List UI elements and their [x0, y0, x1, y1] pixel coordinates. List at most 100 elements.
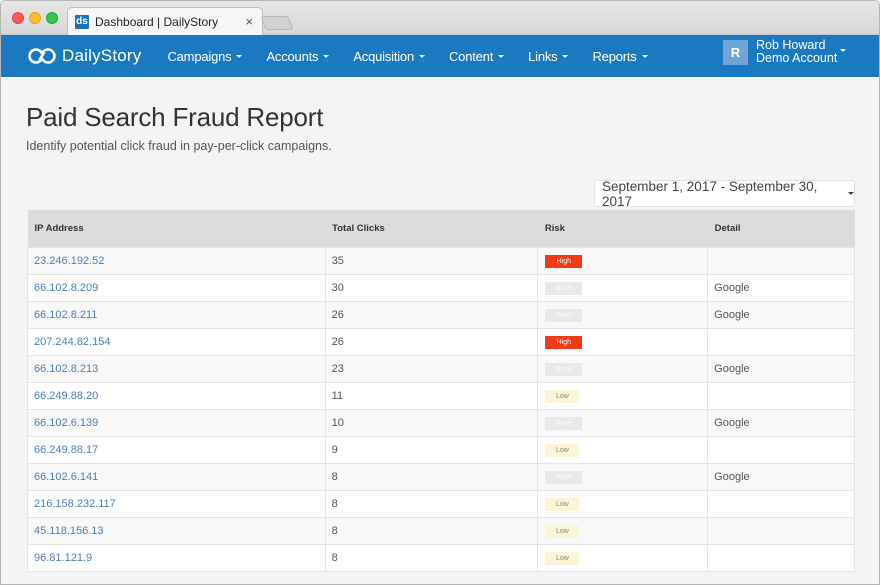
risk-cell: None [537, 354, 709, 383]
account-name: Demo Account [756, 51, 838, 65]
table-header-row: IP Address Total Clicks Risk Detail [27, 210, 855, 247]
caret-down-icon [848, 192, 854, 195]
detail-cell [707, 516, 855, 545]
nav-links[interactable]: Links [528, 49, 569, 64]
user-menu[interactable]: R Rob Howard Demo Account [723, 39, 846, 65]
risk-cell: Low [537, 489, 709, 518]
dailystory-favicon-icon: ds [75, 14, 89, 29]
table-row: 66.102.6.141 8 None Google [27, 462, 855, 491]
ip-address-link[interactable]: 66.102.6.139 [34, 417, 98, 429]
detail-cell: Google [707, 408, 855, 437]
browser-tab-bar: ds Dashboard | DailyStory × [1, 1, 879, 36]
ip-address-link[interactable]: 66.249.88.20 [34, 390, 98, 402]
column-header-clicks[interactable]: Total Clicks [325, 210, 538, 247]
page-subtitle: Identify potential click fraud in pay-pe… [26, 139, 332, 153]
page-title: Paid Search Fraud Report [26, 102, 324, 132]
risk-badge: None [545, 281, 583, 295]
risk-badge: Low [545, 389, 580, 403]
nav-acquisition-label: Acquisition [353, 48, 414, 64]
ip-address-link[interactable]: 96.81.121.9 [34, 552, 92, 564]
ip-cell: 66.102.8.213 [27, 354, 326, 383]
risk-cell: Low [537, 516, 709, 545]
ip-address-link[interactable]: 45.118.156.13 [34, 525, 104, 537]
clicks-cell: 26 [324, 327, 539, 356]
fraud-report-table: IP Address Total Clicks Risk Detail 23.2… [27, 210, 855, 572]
nav-campaigns[interactable]: Campaigns [167, 48, 243, 64]
detail-cell: Google [707, 273, 855, 302]
caret-down-icon [236, 54, 243, 58]
table-row: 216.158.232.117 8 Low [27, 489, 855, 518]
avatar: R [723, 39, 748, 65]
clicks-cell: 35 [324, 246, 539, 275]
table-row: 66.102.8.213 23 None Google [27, 354, 855, 383]
risk-cell: None [537, 408, 709, 437]
clicks-cell: 8 [324, 489, 539, 518]
browser-tab-content[interactable]: ds Dashboard | DailyStory × [75, 8, 259, 35]
top-navbar: DailyStory Campaigns Accounts Acquisitio… [1, 35, 879, 77]
browser-window: ds Dashboard | DailyStory × DailyStory C… [0, 0, 880, 585]
clicks-cell: 8 [324, 516, 539, 545]
nav-reports[interactable]: Reports [592, 48, 648, 64]
clicks-cell: 23 [324, 354, 539, 383]
ip-address-link[interactable]: 207.244.82.154 [34, 336, 110, 348]
table-row: 23.246.192.52 35 High [27, 246, 855, 275]
risk-cell: High [537, 246, 709, 275]
nav-acquisition[interactable]: Acquisition [353, 49, 425, 64]
ip-cell: 66.102.6.141 [27, 462, 326, 491]
ip-cell: 207.244.82.154 [27, 327, 326, 356]
nav-reports-label: Reports [592, 48, 637, 64]
table-row: 66.102.8.209 30 None Google [27, 273, 855, 302]
close-window-button[interactable] [12, 12, 24, 24]
main-menu: Campaigns Accounts Acquisition Content L… [167, 49, 671, 64]
tab-close-icon[interactable]: × [245, 14, 253, 29]
caret-down-icon [323, 54, 330, 58]
ip-address-link[interactable]: 23.246.192.52 [34, 255, 104, 267]
brand-name: DailyStory [62, 46, 142, 65]
risk-badge: Low [545, 443, 580, 457]
column-header-detail[interactable]: Detail [707, 210, 855, 247]
nav-content[interactable]: Content [449, 49, 505, 64]
table-row: 66.102.8.211 26 None Google [27, 300, 855, 329]
minimize-window-button[interactable] [29, 12, 41, 24]
date-range-value: September 1, 2017 - September 30, 2017 [602, 178, 818, 209]
risk-badge: High [545, 254, 583, 268]
brand-logo[interactable]: DailyStory [27, 46, 141, 66]
clicks-cell: 8 [324, 543, 539, 572]
clicks-cell: 30 [324, 273, 539, 302]
risk-cell: None [537, 300, 709, 329]
table-row: 45.118.156.13 8 Low [27, 516, 855, 545]
detail-cell: Google [707, 354, 855, 383]
clicks-cell: 8 [324, 462, 539, 491]
ip-cell: 66.102.8.209 [27, 273, 326, 302]
maximize-window-button[interactable] [46, 12, 58, 24]
ip-address-link[interactable]: 216.158.232.117 [34, 498, 116, 510]
column-header-ip[interactable]: IP Address [27, 210, 326, 247]
new-tab-button[interactable] [260, 16, 294, 30]
ip-cell: 23.246.192.52 [27, 246, 326, 275]
risk-badge: None [545, 308, 583, 322]
date-range-picker[interactable]: September 1, 2017 - September 30, 2017 [594, 178, 855, 209]
detail-cell [707, 435, 855, 464]
risk-badge: High [545, 335, 583, 349]
ip-address-link[interactable]: 66.102.8.213 [34, 363, 98, 375]
risk-cell: High [537, 327, 709, 356]
ip-address-link[interactable]: 66.102.6.141 [34, 471, 98, 483]
nav-campaigns-label: Campaigns [167, 48, 232, 64]
column-header-risk[interactable]: Risk [537, 210, 708, 247]
caret-down-icon [641, 54, 648, 58]
detail-cell [707, 327, 855, 356]
clicks-cell: 26 [324, 300, 539, 329]
ip-cell: 66.102.8.211 [27, 300, 326, 329]
user-info: Rob Howard Demo Account [756, 39, 837, 65]
table-body: 23.246.192.52 35 High 66.102.8.209 30 None Goo… [27, 246, 855, 572]
risk-badge: Low [545, 551, 580, 565]
nav-accounts-label: Accounts [266, 48, 319, 64]
risk-cell: None [537, 462, 709, 491]
nav-accounts[interactable]: Accounts [266, 48, 330, 64]
ip-address-link[interactable]: 66.102.8.211 [34, 309, 97, 321]
risk-badge: Low [545, 497, 580, 511]
ip-cell: 45.118.156.13 [27, 516, 326, 545]
ip-address-link[interactable]: 66.249.88.17 [34, 444, 98, 456]
clicks-cell: 10 [324, 408, 539, 437]
ip-address-link[interactable]: 66.102.8.209 [34, 282, 98, 294]
